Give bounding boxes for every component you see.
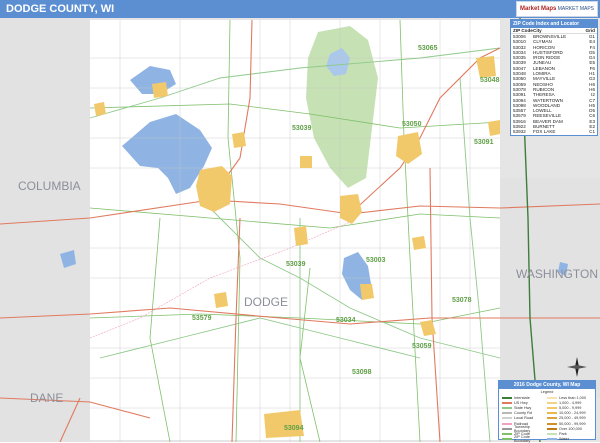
legend-swatch bbox=[547, 427, 557, 430]
label-washington: WASHINGTON bbox=[516, 267, 598, 281]
publisher-logo: Market Maps MARKET MAPS bbox=[516, 1, 598, 17]
zip-label: 53078 bbox=[452, 297, 472, 304]
legend-swatch bbox=[547, 396, 557, 399]
locator-header-city: City bbox=[533, 28, 542, 33]
zip-label: 53039 bbox=[292, 125, 312, 132]
legend-subtitle: Legend bbox=[540, 390, 554, 394]
zip-label: 53039 bbox=[286, 261, 306, 268]
legend-right-column: Less than 1,000 1,000 - 4,999 5,000 - 9,99… bbox=[547, 395, 592, 442]
legend-label: Less than 1,000 bbox=[559, 395, 587, 400]
legend-swatch bbox=[547, 422, 557, 425]
columbia-dane-area bbox=[0, 18, 90, 442]
city-randolph bbox=[94, 102, 106, 116]
legend-swatch bbox=[502, 438, 512, 441]
legend-label: State Hwy bbox=[514, 405, 532, 410]
legend-label: Over 100,000 bbox=[559, 426, 583, 431]
legend-swatch bbox=[502, 417, 512, 420]
legend-label: 1,000 - 4,999 bbox=[559, 400, 582, 405]
zip-label: 53048 bbox=[480, 77, 500, 84]
label-dane: DANE bbox=[30, 391, 63, 405]
map-legend: 2016 Dodge County, WI Map Legend Interst… bbox=[498, 380, 596, 443]
zip-label: 53091 bbox=[474, 139, 494, 146]
locator-zip: 53932 bbox=[513, 129, 526, 135]
locator-city: FOX LAKE bbox=[533, 129, 556, 135]
legend-swatch bbox=[547, 432, 557, 435]
label-columbia: COLUMBIA bbox=[18, 179, 81, 193]
city-iron-ridge bbox=[412, 236, 426, 250]
zip-label: 53094 bbox=[284, 425, 304, 432]
legend-swatch bbox=[547, 406, 557, 409]
locator-header-grid: Grid bbox=[585, 28, 595, 33]
legend-label: County Rd bbox=[514, 411, 532, 416]
locator-grid: C1 bbox=[589, 129, 595, 135]
legend-label: 10,000 - 24,999 bbox=[559, 411, 586, 416]
city-hustisford bbox=[294, 226, 308, 246]
zip-label: 53050 bbox=[402, 121, 422, 128]
legend-label: Park bbox=[559, 431, 567, 436]
title-bar: DODGE COUNTY, WI Market Maps MARKET MAPS bbox=[0, 0, 600, 18]
city-lomira-w bbox=[232, 132, 246, 148]
legend-swatch bbox=[547, 412, 557, 415]
city-watertown bbox=[264, 410, 304, 438]
compass-rose-icon bbox=[567, 357, 587, 377]
city-lebanon bbox=[360, 284, 374, 300]
zip-locator-table: ZIP Code Index and Locator ZIP Code City… bbox=[510, 19, 598, 136]
logo-brand: Market Maps bbox=[520, 6, 557, 12]
legend-label: 5,000 - 9,999 bbox=[559, 405, 582, 410]
legend-label: Interstate bbox=[514, 395, 530, 400]
map-title: DODGE COUNTY, WI bbox=[6, 3, 115, 15]
city-burnett bbox=[300, 156, 312, 168]
legend-left-column: Interstate US Hwy State Hwy County Rd Local … bbox=[502, 395, 547, 443]
legend-label: Local Road bbox=[514, 416, 534, 421]
zip-label: 53034 bbox=[336, 317, 356, 324]
legend-swatch bbox=[547, 438, 557, 441]
legend-swatch bbox=[502, 401, 512, 404]
legend-item: Water bbox=[547, 437, 592, 442]
legend-swatch bbox=[502, 422, 512, 425]
locator-rows: 53006 BROWNSVILLE G1 53010 CLYMAN E4 53032 HORI… bbox=[511, 34, 597, 135]
city-lomira bbox=[488, 120, 500, 136]
zip-label: 53065 bbox=[418, 45, 438, 52]
locator-title: ZIP Code Index and Locator bbox=[511, 20, 597, 28]
legend-swatch bbox=[502, 396, 512, 399]
city-fox-lake bbox=[152, 82, 168, 98]
legend-swatch bbox=[502, 406, 512, 409]
legend-item: ZIP Code Boundary bbox=[502, 435, 547, 443]
legend-label: 50,000 - 99,999 bbox=[559, 421, 586, 426]
zip-label: 53003 bbox=[366, 257, 386, 264]
legend-swatch bbox=[547, 417, 557, 420]
zip-label: 53059 bbox=[412, 343, 432, 350]
legend-swatch bbox=[502, 412, 512, 415]
zip-label: 53098 bbox=[352, 369, 372, 376]
city-beaver-dam bbox=[196, 166, 232, 212]
legend-label: Water bbox=[559, 437, 569, 442]
locator-row: 53932 FOX LAKE C1 bbox=[511, 129, 597, 134]
city-reeseville bbox=[214, 292, 228, 308]
legend-swatch bbox=[502, 432, 512, 435]
legend-swatch bbox=[547, 401, 557, 404]
legend-swatch bbox=[502, 427, 512, 430]
legend-label: US Hwy bbox=[514, 400, 528, 405]
legend-label: 25,000 - 49,999 bbox=[559, 416, 586, 421]
logo-tag: MARKET MAPS bbox=[557, 6, 594, 12]
locator-header-zip: ZIP Code bbox=[513, 28, 533, 33]
legend-title: 2016 Dodge County, WI Map bbox=[499, 381, 595, 389]
zip-label: 53579 bbox=[192, 315, 212, 322]
label-dodge: DODGE bbox=[244, 295, 288, 309]
